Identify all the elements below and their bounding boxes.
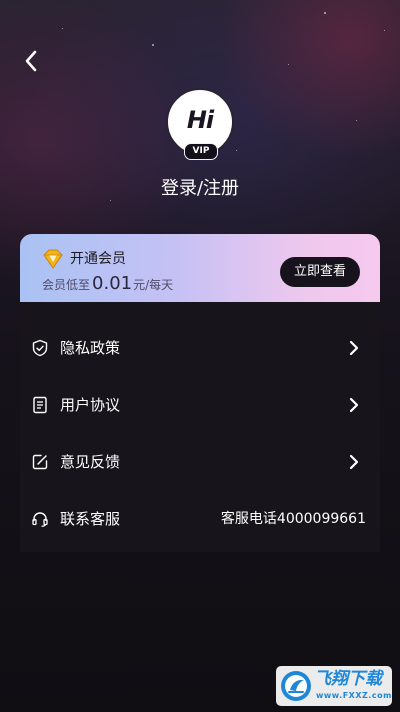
document-icon — [33, 396, 47, 414]
menu-item-label: 隐私政策 — [60, 339, 121, 357]
support-phone-number[interactable]: 客服电话4000099661 — [221, 508, 366, 530]
headset-icon — [32, 512, 48, 527]
watermark-url: www.FXXZ.com — [316, 691, 392, 700]
view-now-button[interactable]: 立即查看 — [280, 257, 360, 287]
menu-item-label: 联系客服 — [60, 510, 121, 528]
vip-price-prefix: 会员低至 — [42, 278, 91, 292]
avatar-logo-text: Hi — [186, 106, 214, 134]
chevron-right-icon — [349, 397, 359, 413]
shield-icon — [32, 339, 48, 357]
settings-menu: 隐私政策 用户协议 意见反馈 联系客服 客服电话4000099661 — [20, 302, 380, 552]
menu-item-user-agreement[interactable]: 用户协议 — [20, 377, 380, 433]
site-watermark: 飞翔下载 www.FXXZ.com — [276, 666, 392, 706]
back-button[interactable] — [18, 48, 44, 74]
menu-item-contact-support[interactable]: 联系客服 客服电话4000099661 — [20, 491, 380, 547]
vip-price-amount: 0.01 — [92, 273, 133, 294]
profile-screen: Hi VIP 登录/注册 开通会员 会员低至 0.01元/每天 立即查看 隐私政策 — [0, 0, 400, 712]
chevron-right-icon — [349, 454, 359, 470]
diamond-icon — [43, 249, 63, 269]
menu-item-privacy-policy[interactable]: 隐私政策 — [20, 320, 380, 376]
login-register-link[interactable]: 登录/注册 — [0, 174, 400, 200]
chevron-left-icon — [25, 50, 37, 72]
vip-card-title: 开通会员 — [70, 251, 126, 267]
vip-price-line: 会员低至 0.01元/每天 — [42, 274, 173, 295]
watermark-logo-icon — [281, 671, 311, 701]
vip-membership-card[interactable]: 开通会员 会员低至 0.01元/每天 立即查看 — [20, 234, 380, 302]
menu-item-label: 用户协议 — [60, 396, 121, 414]
watermark-text: 飞翔下载 — [314, 669, 382, 689]
vip-badge: VIP — [184, 143, 218, 160]
chevron-right-icon — [349, 340, 359, 356]
menu-item-feedback[interactable]: 意见反馈 — [20, 434, 380, 490]
vip-price-suffix: 元/每天 — [133, 278, 174, 292]
menu-item-label: 意见反馈 — [60, 453, 121, 471]
edit-feedback-icon — [32, 454, 48, 470]
